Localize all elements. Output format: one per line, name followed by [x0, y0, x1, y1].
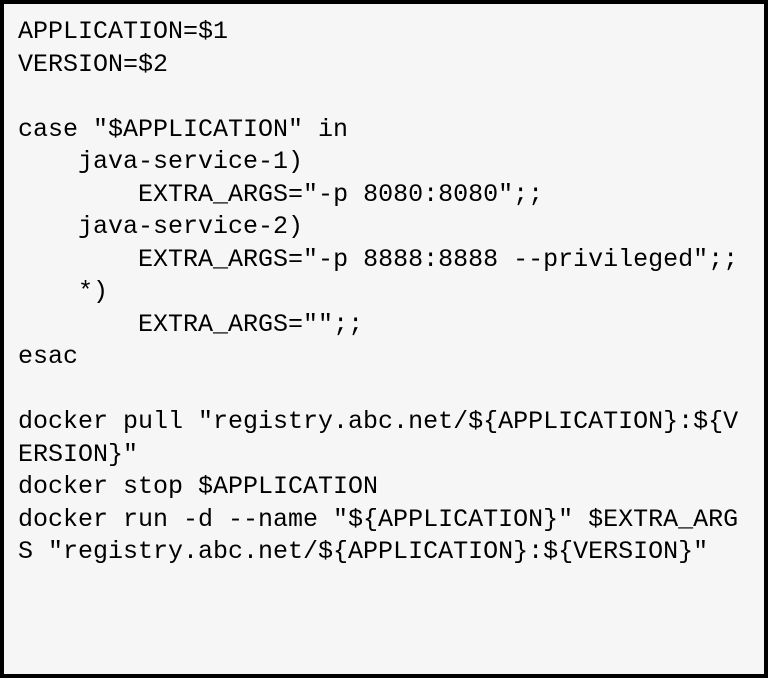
code-block: APPLICATION=$1 VERSION=$2 case "$APPLICA…: [0, 0, 768, 678]
